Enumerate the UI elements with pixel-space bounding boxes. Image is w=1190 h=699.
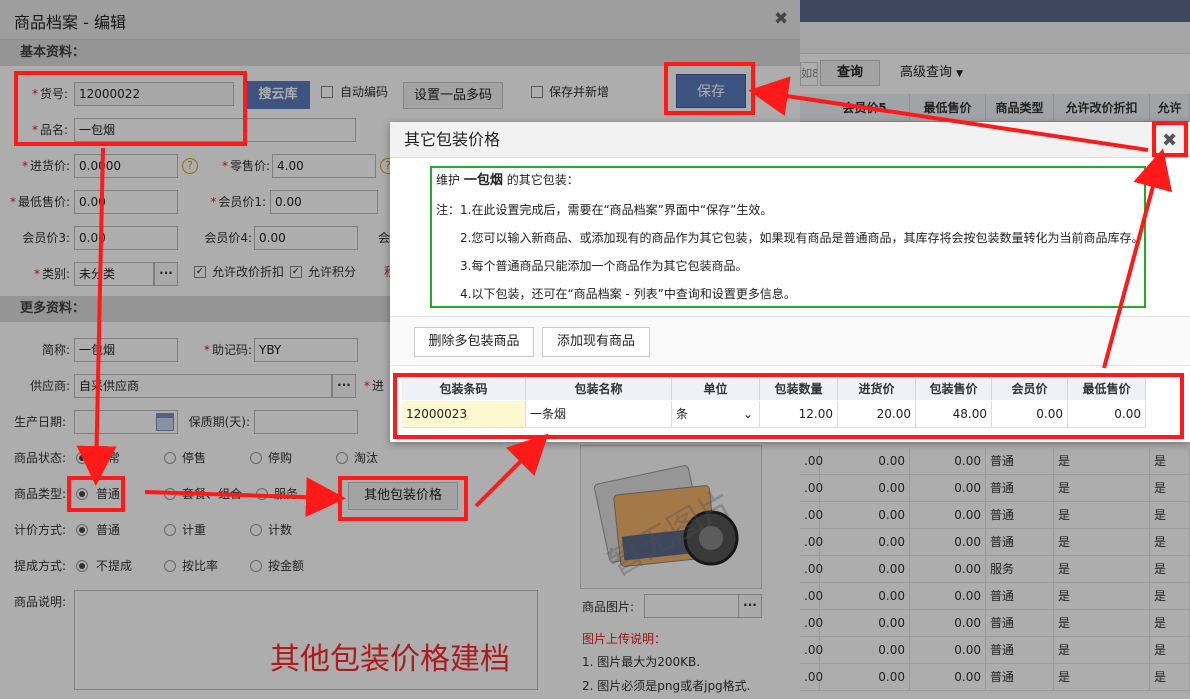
popup-intro: 维护 一包烟 的其它包装：	[436, 173, 579, 188]
pack-cost-cell[interactable]: 20.00	[838, 401, 916, 428]
popup-note: 4.以下包装，还可在“商品档案 - 列表”中查询和设置更多信息。	[460, 287, 796, 301]
col-header: 会员价	[992, 378, 1068, 400]
col-header: 包装名称	[526, 378, 672, 400]
add-existing-product-button[interactable]: 添加现有商品	[542, 327, 650, 357]
pack-qty-cell[interactable]: 12.00	[760, 401, 838, 428]
col-header: 包装售价	[916, 378, 992, 400]
col-header: 单位	[672, 378, 760, 400]
pack-price-cell[interactable]: 48.00	[916, 401, 992, 428]
pack-unit-value: 条	[676, 407, 689, 421]
pack-member-cell[interactable]: 0.00	[992, 401, 1068, 428]
col-header: 进货价	[838, 378, 916, 400]
popup-note: 注：1.在此设置完成后，需要在“商品档案”界面中“保存”生效。	[436, 203, 773, 217]
popup-title: 其它包装价格	[390, 122, 1190, 158]
pack-barcode-cell[interactable]: 12000023	[402, 401, 526, 428]
close-icon[interactable]: ✖	[1162, 130, 1177, 151]
pack-name-cell[interactable]: 一条烟	[526, 401, 672, 428]
other-pack-price-dialog: 其它包装价格 ✖ 维护 一包烟 的其它包装： 注：1.在此设置完成后，需要在“商…	[390, 122, 1190, 442]
pack-unit-select[interactable]: 条 ⌄	[672, 401, 760, 428]
col-header: 包装数量	[760, 378, 838, 400]
pack-min-cell[interactable]: 0.00	[1068, 401, 1146, 428]
chevron-down-icon: ⌄	[742, 407, 753, 421]
delete-multi-pack-button[interactable]: 删除多包装商品	[414, 327, 534, 357]
popup-intro-name: 一包烟	[463, 173, 503, 188]
popup-note: 3.每个普通商品只能添加一个商品作为其它包装商品。	[460, 259, 748, 273]
col-header: 包装条码	[402, 378, 526, 400]
popup-note: 2.您可以输入新商品、或添加现有的商品作为其它包装，如果现有商品是普通商品，其库…	[460, 231, 1144, 245]
col-header: 最低售价	[1068, 378, 1146, 400]
